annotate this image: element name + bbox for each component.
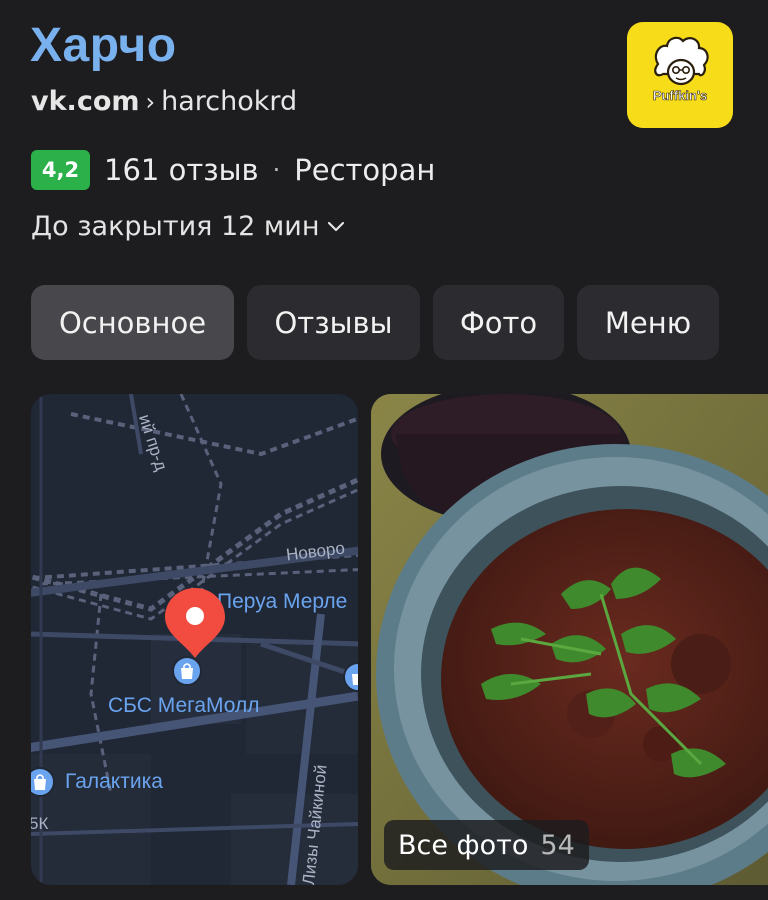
opening-hours[interactable]: До закрытия 12 мин [31, 211, 345, 242]
place-url[interactable]: vk.com › harchokrd [31, 86, 297, 117]
map-label-edge: 5К [31, 814, 49, 833]
reviews-count[interactable]: 161 отзыв [104, 153, 259, 187]
place-logo[interactable]: Puffkin's [627, 22, 733, 128]
shopping-bag-icon[interactable] [343, 662, 358, 692]
logo-face-icon [654, 36, 709, 86]
map-label-megamoll[interactable]: СБС МегаМолл [108, 694, 259, 718]
rating-row: 4,2 161 отзыв · Ресторан [31, 150, 435, 190]
all-photos-button[interactable]: Все фото 54 [384, 820, 589, 870]
location-pin-icon[interactable] [161, 584, 229, 664]
place-category: Ресторан [294, 153, 436, 187]
map-label-peru-merle[interactable]: Перуа Мерле [217, 590, 347, 614]
all-photos-count: 54 [540, 829, 575, 861]
place-title: Харчо [30, 19, 177, 72]
logo-text: Puffkin's [652, 88, 708, 104]
hours-text: До закрытия 12 мин [31, 211, 320, 242]
map-preview[interactable]: ий пр-д Новоро Лизы Чайкиной Перуа Мерле… [31, 394, 358, 885]
separator-dot: · [272, 156, 281, 184]
food-photo [371, 394, 768, 885]
photo-preview[interactable] [371, 394, 768, 885]
url-domain: vk.com [31, 86, 140, 117]
shopping-bag-icon[interactable] [31, 767, 55, 797]
all-photos-label: Все фото [398, 829, 529, 861]
rating-badge[interactable]: 4,2 [31, 150, 90, 190]
url-path: harchokrd [161, 86, 298, 117]
url-separator: › [145, 88, 156, 116]
map-label-galaktika[interactable]: Галактика [65, 770, 163, 794]
tab-reviews[interactable]: Отзывы [247, 285, 420, 360]
tab-menu[interactable]: Меню [577, 285, 719, 360]
chevron-down-icon [327, 221, 345, 233]
tab-main[interactable]: Основное [31, 285, 234, 360]
tab-photos[interactable]: Фото [433, 285, 564, 360]
